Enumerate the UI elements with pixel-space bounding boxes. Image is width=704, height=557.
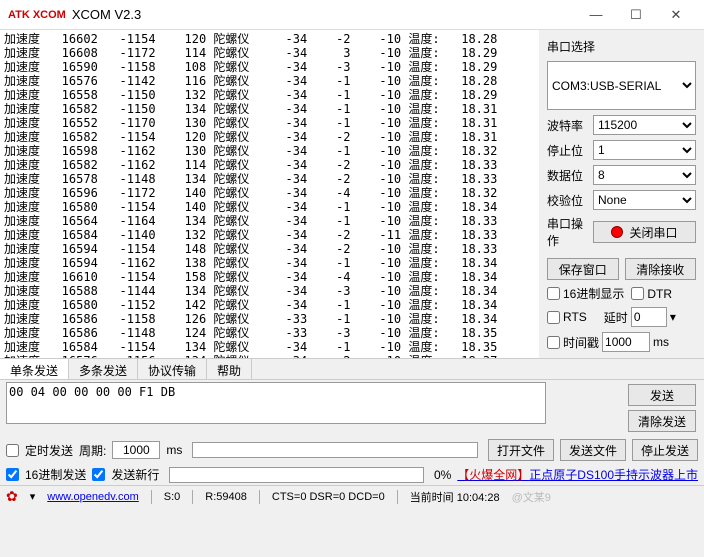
op-label: 串口操作 [547,215,589,249]
close-port-button[interactable]: 关闭串口 [593,221,696,243]
clear-recv-button[interactable]: 清除接收 [625,258,697,280]
record-icon [611,226,623,238]
delay-label: 延时 [604,309,628,326]
timed-send-label: 定时发送 [25,442,73,459]
dtr-checkbox[interactable] [631,287,644,300]
window-title: XCOM V2.3 [72,7,576,22]
send-file-button[interactable]: 发送文件 [560,439,626,461]
rts-label: RTS [563,310,587,324]
maximize-button[interactable]: ☐ [616,1,656,29]
period-label: 周期: [79,442,106,459]
progress-bar [169,467,424,483]
current-time: 当前时间 10:04:28 [410,489,500,505]
port-select[interactable]: COM3:USB-SERIAL [547,61,696,110]
rts-checkbox[interactable] [547,311,560,324]
watermark: @文某9 [512,489,551,505]
open-file-button[interactable]: 打开文件 [488,439,554,461]
tab-0[interactable]: 单条发送 [0,359,69,379]
period-input[interactable] [112,441,160,459]
send-text-input[interactable] [6,382,546,424]
hex-send-label: 16进制发送 [25,466,86,483]
stop-label: 停止位 [547,142,589,159]
timestamp-checkbox[interactable] [547,336,560,349]
percent-label: 0% [434,468,451,482]
baud-label: 波特率 [547,117,589,134]
baud-select[interactable]: 115200 [593,115,696,135]
file-path-display [192,442,478,458]
data-label: 数据位 [547,167,589,184]
website-link[interactable]: www.openedv.com [47,491,139,503]
minimize-button[interactable]: — [576,1,616,29]
stop-select[interactable]: 1 [593,140,696,160]
tab-3[interactable]: 帮助 [207,359,252,379]
hex-display-label: 16进制显示 [563,285,624,302]
save-window-button[interactable]: 保存窗口 [547,258,619,280]
settings-panel: 串口选择 COM3:USB-SERIAL 波特率115200 停止位1 数据位8… [539,30,704,358]
dtr-label: DTR [647,287,672,301]
hex-send-checkbox[interactable] [6,468,19,481]
serial-output-area[interactable]: 加速度 16602 -1154 120 陀螺仪 -34 -2 -10 温度: 1… [0,30,539,358]
port-select-title: 串口选择 [547,38,696,55]
clear-send-button[interactable]: 清除发送 [628,410,696,432]
settings-icon[interactable]: ✿ [6,488,18,505]
stop-send-button[interactable]: 停止发送 [632,439,698,461]
hex-display-checkbox[interactable] [547,287,560,300]
send-newline-label: 发送新行 [111,466,159,483]
tab-2[interactable]: 协议传输 [138,359,207,379]
ms-label-1: ms [653,335,669,349]
parity-label: 校验位 [547,192,589,209]
data-select[interactable]: 8 [593,165,696,185]
sent-count: S:0 [164,491,181,503]
recv-count: R:59408 [205,491,247,503]
parity-select[interactable]: None [593,190,696,210]
app-logo: ATK XCOM [8,9,66,21]
line-status: CTS=0 DSR=0 DCD=0 [272,491,385,503]
tab-1[interactable]: 多条发送 [69,359,138,379]
close-button[interactable]: ✕ [656,1,696,29]
dropdown-icon[interactable]: ▾ [30,490,36,503]
advertisement-link[interactable]: 【火爆全网】正点原子DS100手持示波器上市 [457,466,698,483]
send-newline-checkbox[interactable] [92,468,105,481]
delay-input[interactable] [631,307,667,327]
send-button[interactable]: 发送 [628,384,696,406]
timestamp-label: 时间戳 [563,334,599,351]
timed-send-checkbox[interactable] [6,444,19,457]
send-tabbar: 单条发送多条发送协议传输帮助 [0,358,704,380]
timestamp-input[interactable] [602,332,650,352]
ms-label-2: ms [166,443,182,457]
